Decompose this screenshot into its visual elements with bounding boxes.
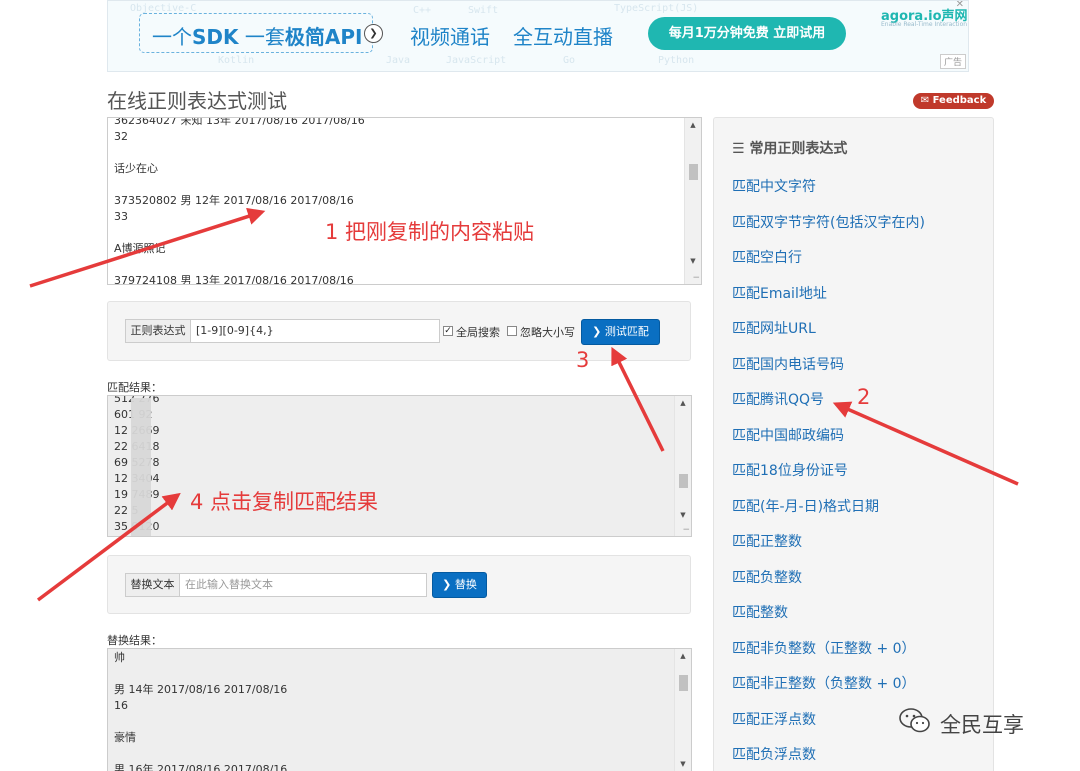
arrow-step-2 <box>832 401 1019 486</box>
arrow-step-1 <box>29 207 266 288</box>
arrow-step-3 <box>611 346 665 452</box>
watermark-text: 全民互享 <box>940 713 1024 737</box>
arrow-step-4 <box>36 492 181 602</box>
annotation-arrows <box>29 207 1019 602</box>
annotation-step-2: 2 <box>857 385 871 409</box>
wechat-icon <box>899 708 930 733</box>
annotation-step-3: 3 <box>576 348 590 372</box>
annotation-step-1: 1 把刚复制的内容粘贴 <box>325 220 535 244</box>
annotation-step-4: 4 点击复制匹配结果 <box>190 490 379 514</box>
